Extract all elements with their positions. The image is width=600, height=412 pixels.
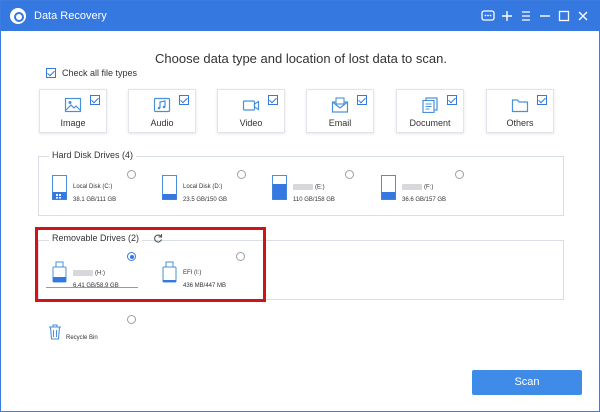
file-type-label: Email — [328, 118, 352, 128]
drive-f-radio[interactable] — [455, 170, 464, 179]
image-icon — [64, 97, 82, 113]
file-type-others[interactable]: Others — [486, 89, 554, 133]
drive-name: (E:) — [293, 184, 325, 191]
close-icon[interactable] — [574, 7, 592, 25]
drive-letter: (E:) — [315, 184, 325, 191]
disk-icon — [272, 175, 287, 200]
title-bar: Data Recovery — [1, 1, 600, 31]
recycle-bin-radio[interactable] — [127, 315, 136, 324]
drive-c-radio[interactable] — [127, 170, 136, 179]
trash-icon — [49, 324, 61, 340]
app-title: Data Recovery — [34, 10, 107, 22]
file-type-video[interactable]: Video — [217, 89, 285, 133]
drive-name: Local Disk (D:) — [183, 184, 223, 190]
drive-d-radio[interactable] — [237, 170, 246, 179]
file-type-label: Audio — [150, 118, 174, 128]
app-logo-icon — [10, 8, 26, 24]
email-checkbox[interactable] — [357, 95, 367, 105]
check-all-label: Check all file types — [62, 68, 138, 78]
drive-e-radio[interactable] — [345, 170, 354, 179]
others-checkbox[interactable] — [537, 95, 547, 105]
email-icon — [331, 97, 349, 113]
drive-size: 38.1 GB/111 GB — [73, 197, 117, 203]
video-icon — [242, 100, 260, 111]
recycle-bin-label: Recycle Bin — [66, 335, 98, 341]
file-type-email[interactable]: Email — [306, 89, 374, 133]
feedback-icon[interactable] — [479, 7, 497, 25]
document-icon — [422, 97, 438, 113]
blurred-label — [293, 184, 313, 190]
recycle-bin[interactable]: Recycle Bin — [48, 324, 128, 346]
check-all-checkbox[interactable]: Check all file types — [46, 68, 137, 78]
drive-name: (F:) — [402, 184, 433, 191]
disk-icon — [381, 175, 396, 200]
highlight-box — [35, 227, 266, 302]
check-all-box[interactable] — [46, 68, 56, 78]
app-window: Data Recovery Choose data type and locat… — [0, 0, 600, 412]
drive-letter: (F:) — [424, 184, 434, 191]
file-type-audio[interactable]: Audio — [128, 89, 196, 133]
blurred-label — [402, 184, 422, 190]
page-heading: Choose data type and location of lost da… — [155, 51, 447, 66]
disk-icon — [162, 175, 177, 200]
video-checkbox[interactable] — [268, 95, 278, 105]
file-type-image[interactable]: Image — [39, 89, 107, 133]
file-type-label: Document — [409, 118, 451, 128]
minimize-icon[interactable] — [536, 7, 554, 25]
file-type-label: Others — [506, 118, 534, 128]
file-type-label: Video — [239, 118, 263, 128]
drive-name: Local Disk (C:) — [73, 184, 113, 190]
hard-disk-title: Hard Disk Drives (4) — [49, 150, 137, 160]
drive-size: 110 GB/158 GB — [293, 197, 335, 203]
folder-icon — [511, 99, 529, 113]
audio-checkbox[interactable] — [179, 95, 189, 105]
image-checkbox[interactable] — [90, 95, 100, 105]
scan-button[interactable]: Scan — [472, 370, 582, 395]
drive-size: 36.6 GB/157 GB — [402, 197, 447, 203]
drive-size: 23.5 GB/150 GB — [183, 197, 228, 203]
maximize-icon[interactable] — [555, 7, 573, 25]
plus-icon[interactable] — [498, 7, 516, 25]
audio-icon — [153, 97, 171, 113]
menu-icon[interactable] — [517, 7, 535, 25]
file-type-label: Image — [60, 118, 86, 128]
document-checkbox[interactable] — [447, 95, 457, 105]
disk-icon — [52, 175, 67, 200]
file-type-document[interactable]: Document — [396, 89, 464, 133]
